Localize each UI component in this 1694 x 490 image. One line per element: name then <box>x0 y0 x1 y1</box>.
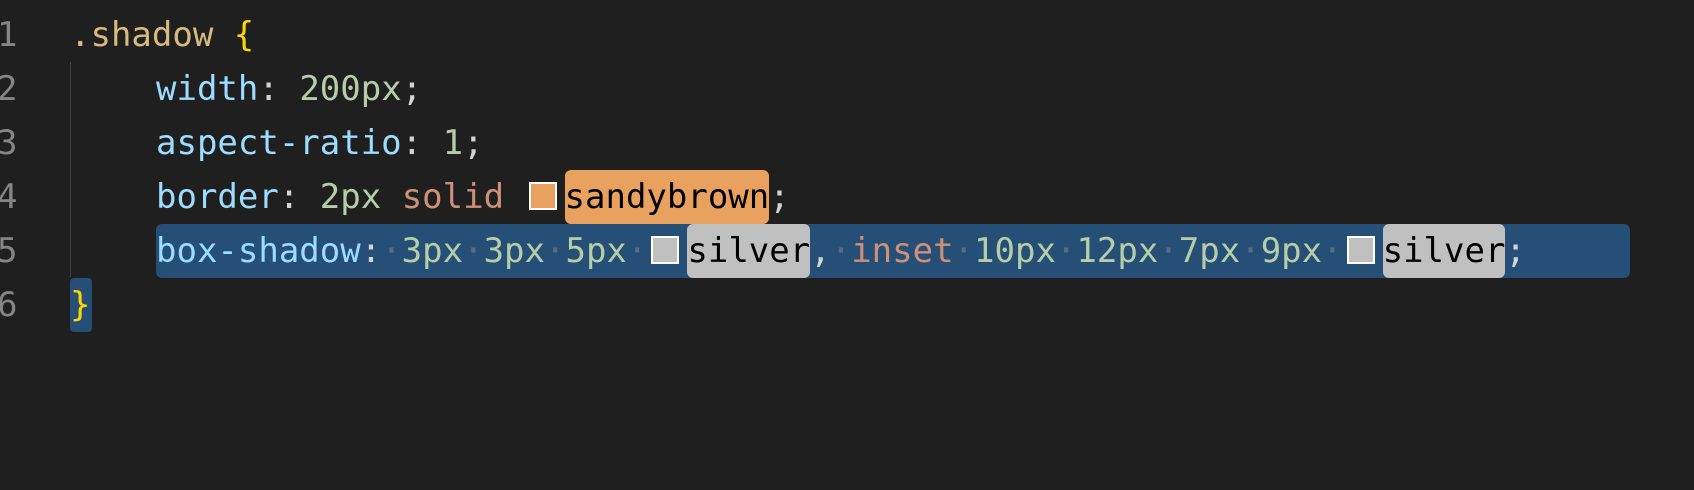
semicolon: ; <box>769 177 790 217</box>
line-number[interactable]: 2 <box>0 62 17 116</box>
css-property: aspect-ratio <box>156 123 402 163</box>
code-line-6[interactable]: } <box>70 278 90 332</box>
css-value: 9px <box>1260 231 1323 271</box>
code-line-3[interactable]: aspect-ratio: 1; <box>156 116 484 170</box>
code-line-4[interactable]: border: 2px solid sandybrown; <box>156 170 790 224</box>
color-swatch-icon[interactable] <box>528 181 557 210</box>
css-value: 3px <box>401 231 464 271</box>
code-line-1[interactable]: .shadow { <box>70 8 254 62</box>
css-keyword: inset <box>851 231 954 271</box>
code-line-5[interactable]: box-shadow:·3px·3px·5px· silver,·inset·10… <box>156 224 1526 278</box>
code-line-2[interactable]: width: 200px; <box>156 62 422 116</box>
line-number[interactable]: 6 <box>0 278 17 332</box>
whitespace-dot: · <box>953 231 975 271</box>
css-value: 7px <box>1178 231 1241 271</box>
css-selector: .shadow <box>70 15 214 55</box>
line-number[interactable]: 3 <box>0 116 17 170</box>
whitespace-dot: · <box>1158 231 1179 271</box>
comma: , <box>810 231 831 271</box>
css-value: 3px <box>483 231 545 271</box>
colon: : <box>258 69 279 109</box>
css-value: 2px <box>319 177 382 217</box>
color-value-chip: sandybrown <box>564 170 770 224</box>
whitespace-dot: · <box>1240 231 1261 271</box>
css-keyword: solid <box>401 177 505 217</box>
colon: : <box>278 177 300 217</box>
semicolon: ; <box>1505 231 1526 271</box>
line-number[interactable]: 5 <box>0 224 17 278</box>
line-number[interactable]: 1 <box>0 8 17 62</box>
whitespace-dot: · <box>545 231 566 271</box>
colon: : <box>401 123 423 163</box>
close-brace: } <box>70 285 91 325</box>
css-property: box-shadow <box>156 231 361 271</box>
color-swatch-icon[interactable] <box>651 235 680 264</box>
css-value: 10px <box>974 231 1056 271</box>
css-value: 1 <box>442 123 464 163</box>
color-swatch-icon[interactable] <box>1346 235 1375 264</box>
line-number[interactable]: 4 <box>0 170 17 224</box>
whitespace-dot: · <box>381 231 402 271</box>
indent-guide <box>70 62 71 278</box>
css-property: width <box>156 69 259 109</box>
whitespace-dot: · <box>830 231 852 271</box>
semicolon: ; <box>463 123 484 163</box>
whitespace-dot: · <box>463 231 484 271</box>
semicolon: ; <box>401 69 423 109</box>
css-value: 12px <box>1076 231 1159 271</box>
whitespace-dot: · <box>1055 231 1077 271</box>
css-value: 200px <box>299 69 402 109</box>
color-value-chip: silver <box>1382 224 1506 278</box>
css-value: 5px <box>565 231 627 271</box>
css-property: border <box>156 177 279 217</box>
code-editor[interactable]: 1 2 3 4 5 6 .shadow { width: 200px; aspe… <box>0 0 1694 490</box>
open-brace: { <box>233 15 255 55</box>
whitespace-dot: · <box>1322 231 1343 271</box>
color-value-chip: silver <box>687 224 811 278</box>
colon: : <box>360 231 382 271</box>
whitespace-dot: · <box>626 231 648 271</box>
